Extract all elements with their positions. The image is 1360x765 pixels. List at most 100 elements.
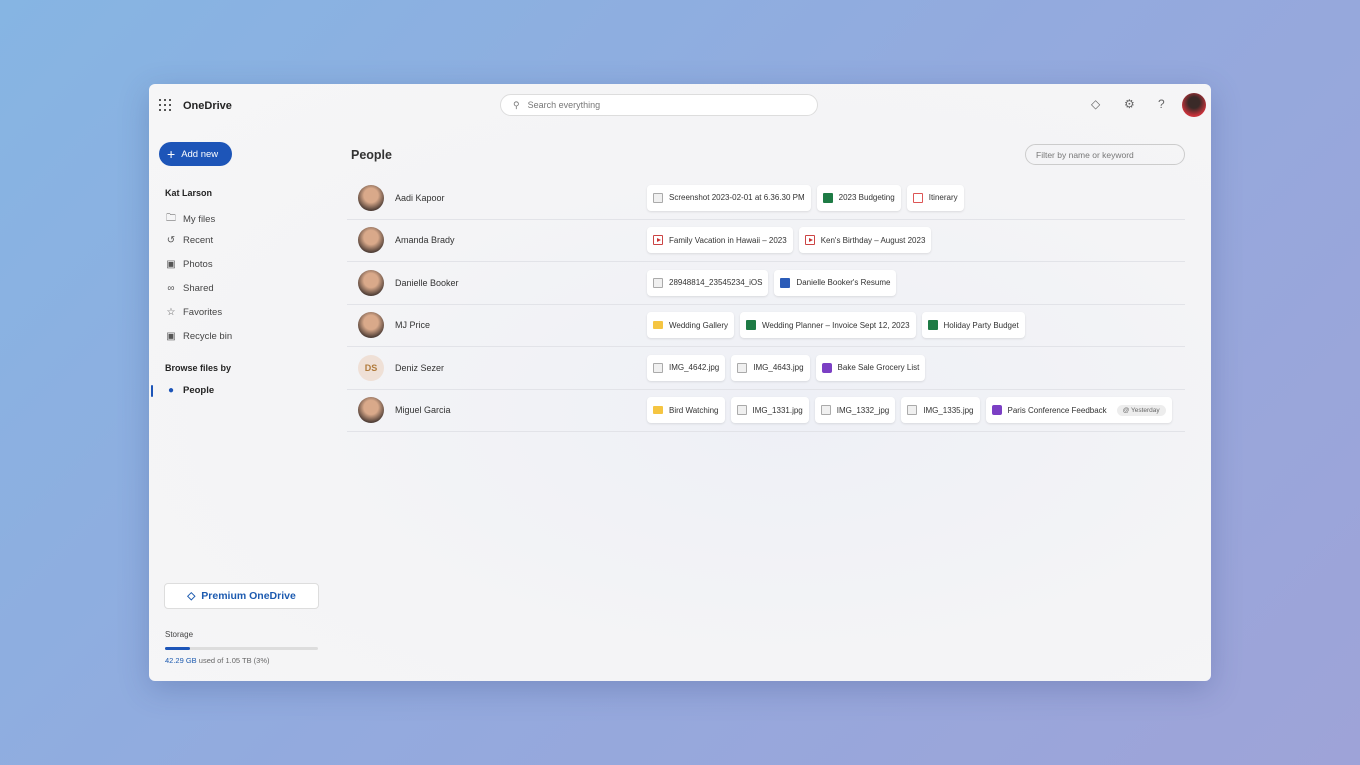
sidebar-item-recycle-bin[interactable]: ▣ Recycle bin — [165, 331, 232, 342]
image-file-icon — [736, 405, 747, 416]
file-name: IMG_4642.jpg — [669, 363, 720, 373]
premium-label: Premium OneDrive — [201, 590, 296, 602]
onenote-file-icon — [991, 405, 1002, 416]
folder-file-icon — [653, 406, 663, 415]
file-name: IMG_1332_jpg — [836, 405, 890, 415]
image-file-icon — [820, 405, 831, 416]
people-list: Aadi Kapoor Screenshot 2023-02-01 at 6.36… — [347, 177, 1185, 432]
storage-bar — [165, 647, 318, 650]
table-row[interactable]: Miguel Garcia Bird Watching IMG_1331.jpg IM… — [347, 390, 1185, 432]
search-input[interactable]: ⚲ Search everything — [500, 94, 818, 116]
image-file-icon — [737, 362, 748, 373]
file-chip[interactable]: Danielle Booker's Resume — [774, 269, 897, 296]
onedrive-window: OneDrive ⚲ Search everything ◇ ⚙ ? + Add n… — [149, 84, 1211, 681]
file-chip[interactable]: Bird Watching — [647, 397, 725, 424]
sidebar-item-recent[interactable]: ↺ Recent — [165, 235, 213, 246]
browse-heading: Browse files by — [165, 363, 232, 373]
image-file-icon — [653, 362, 663, 373]
diamond-icon[interactable]: ◇ — [1091, 97, 1100, 111]
sidebar-item-people[interactable]: ● People — [165, 385, 214, 396]
selection-indicator — [151, 385, 153, 397]
person-name[interactable]: MJ Price — [395, 320, 430, 330]
file-chip[interactable]: Paris Conference Feedback @ Yesterday — [985, 397, 1172, 424]
table-row[interactable]: DS Deniz Sezer IMG_4642.jpg IMG_4643.jpg Bak… — [347, 347, 1185, 390]
add-new-label: Add new — [181, 148, 219, 160]
word-file-icon — [780, 277, 791, 288]
avatar[interactable] — [1182, 93, 1206, 117]
table-row[interactable]: Aadi Kapoor Screenshot 2023-02-01 at 6.36… — [347, 177, 1185, 220]
avatar: DS — [358, 354, 384, 381]
table-row[interactable]: Danielle Booker 28948814_23545234_iOS Dani… — [347, 262, 1185, 305]
excel-file-icon — [822, 192, 833, 203]
file-chip[interactable]: IMG_1332_jpg — [814, 397, 896, 424]
person-name[interactable]: Deniz Sezer — [395, 363, 444, 373]
search-placeholder: Search everything — [527, 100, 601, 110]
file-chip[interactable]: Wedding Gallery — [647, 312, 734, 339]
avatar — [358, 397, 384, 424]
filter-input[interactable]: Filter by name or keyword — [1025, 144, 1185, 165]
folder-icon: 🗀 — [166, 213, 176, 224]
storage-used: 42.29 GB — [165, 656, 197, 665]
image-file-icon — [653, 277, 663, 288]
person-name[interactable]: Danielle Booker — [395, 278, 459, 288]
file-name: Ken's Birthday – August 2023 — [820, 235, 926, 245]
sidebar-item-photos[interactable]: ▣ Photos — [165, 259, 213, 270]
file-name: Screenshot 2023-02-01 at 6.36.30 PM — [669, 193, 805, 203]
premium-button[interactable]: ◇ Premium OneDrive — [164, 583, 319, 609]
avatar — [358, 269, 384, 296]
file-chip[interactable]: 28948814_23545234_iOS — [647, 269, 769, 296]
user-name: Kat Larson — [165, 188, 213, 198]
file-chip[interactable]: Ken's Birthday – August 2023 — [798, 227, 932, 254]
person-name[interactable]: Miguel Garcia — [395, 405, 451, 415]
person-name[interactable]: Aadi Kapoor — [395, 193, 445, 203]
file-name: Bird Watching — [669, 405, 719, 415]
file-chip[interactable]: Holiday Party Budget — [921, 312, 1025, 339]
avatar — [358, 184, 384, 211]
file-chip[interactable]: IMG_4642.jpg — [647, 354, 726, 381]
person-name[interactable]: Amanda Brady — [395, 235, 455, 245]
avatar — [358, 312, 384, 339]
file-chip[interactable]: Family Vacation in Hawaii – 2023 — [647, 227, 793, 254]
file-chip[interactable]: IMG_1331.jpg — [730, 397, 809, 424]
file-name: IMG_4643.jpg — [753, 363, 804, 373]
sidebar-item-label: My files — [183, 214, 216, 225]
gear-icon[interactable]: ⚙ — [1124, 97, 1135, 111]
excel-file-icon — [927, 320, 938, 331]
file-name: Itinerary — [928, 193, 958, 203]
file-name: Danielle Booker's Resume — [796, 278, 891, 288]
search-icon: ⚲ — [513, 99, 520, 110]
file-name: Bake Sale Grocery List — [837, 363, 920, 373]
image-file-icon — [907, 405, 918, 416]
star-icon: ☆ — [166, 307, 176, 318]
sidebar-item-favorites[interactable]: ☆ Favorites — [165, 307, 223, 318]
mention-badge: @ Yesterday — [1116, 404, 1166, 416]
avatar — [358, 227, 384, 254]
help-icon[interactable]: ? — [1158, 97, 1165, 111]
file-name: Family Vacation in Hawaii – 2023 — [669, 235, 787, 245]
person-icon: ● — [167, 385, 175, 396]
add-new-button[interactable]: + Add new — [159, 142, 232, 166]
storage-bar-fill — [165, 647, 190, 650]
file-name: Paris Conference Feedback — [1007, 405, 1107, 415]
file-name: 28948814_23545234_iOS — [669, 278, 763, 288]
storage-label: Storage — [165, 630, 194, 639]
sidebar-item-my-files[interactable]: 🗀 My files — [165, 211, 215, 228]
table-row[interactable]: MJ Price Wedding Gallery Wedding Planner –… — [347, 305, 1185, 347]
file-chip[interactable]: Itinerary — [906, 184, 964, 211]
history-icon: ↺ — [166, 235, 176, 246]
onenote-file-icon — [821, 362, 832, 373]
table-row[interactable]: Amanda Brady Family Vacation in Hawaii – … — [347, 220, 1185, 262]
photo-icon: ▣ — [166, 259, 176, 270]
sidebar-item-label: Photos — [183, 259, 213, 270]
app-launcher-icon[interactable] — [159, 99, 171, 111]
file-chip[interactable]: 2023 Budgeting — [816, 184, 901, 211]
file-chip[interactable]: Screenshot 2023-02-01 at 6.36.30 PM — [647, 184, 811, 211]
sidebar-item-shared[interactable]: ∞ Shared — [165, 283, 213, 294]
sidebar-item-label: People — [183, 385, 215, 396]
people-icon: ∞ — [167, 283, 175, 294]
file-chip[interactable]: IMG_4643.jpg — [731, 354, 810, 381]
file-chip[interactable]: Bake Sale Grocery List — [815, 354, 926, 381]
storage-usage[interactable]: 42.29 GB used of 1.05 TB (3%) — [165, 656, 270, 665]
file-chip[interactable]: Wedding Planner – Invoice Sept 12, 2023 — [740, 312, 916, 339]
file-chip[interactable]: IMG_1335.jpg — [901, 397, 980, 424]
